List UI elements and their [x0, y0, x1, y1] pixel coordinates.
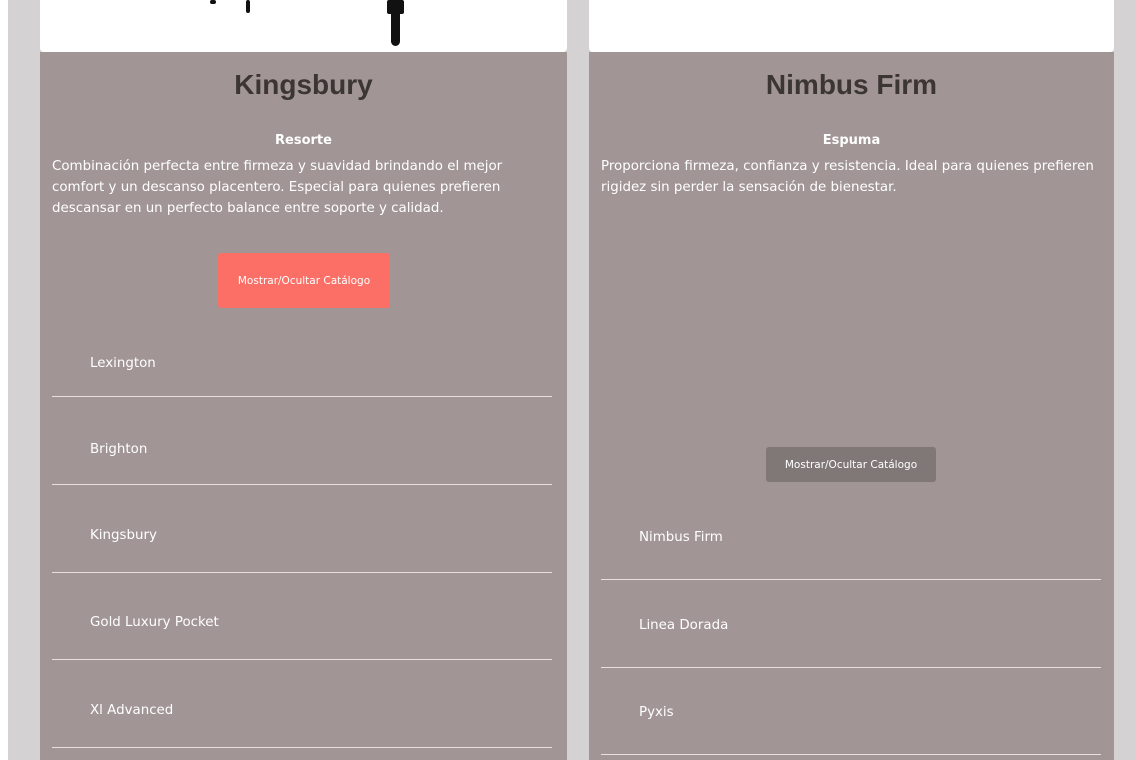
list-item[interactable]: Brighton: [52, 398, 552, 485]
list-item-label: Xl Advanced: [90, 703, 174, 718]
list-item[interactable]: Kingsbury: [52, 486, 552, 573]
list-item-label: Pyxis: [639, 705, 674, 720]
card-title: Nimbus Firm: [765, 69, 938, 100]
product-image-shape-4: [391, 8, 400, 46]
list-item[interactable]: Gold Luxury Pocket: [52, 573, 552, 660]
list-item[interactable]: Pyxis: [601, 668, 1101, 755]
card-body: Kingsbury Resorte Combinación perfecta e…: [40, 52, 567, 760]
list-item-label: Lexington: [90, 356, 156, 371]
card-title: Kingsbury: [234, 69, 373, 100]
list-item-label: Kingsbury: [90, 528, 157, 543]
list-item-label: Gold Luxury Pocket: [90, 615, 219, 630]
list-item-label: Nimbus Firm: [639, 530, 723, 545]
list-item[interactable]: Lexington: [52, 310, 552, 397]
product-image-shape-1: [210, 0, 216, 4]
card-description: Combinación perfecta entre firmeza y sua…: [52, 159, 503, 216]
toggle-catalog-button[interactable]: Mostrar/Ocultar Catálogo: [218, 253, 390, 308]
product-image-shape-2: [246, 0, 250, 13]
list-item-label: Brighton: [90, 442, 148, 457]
list-item[interactable]: Xl Advanced: [52, 661, 552, 748]
product-image: [589, 0, 1114, 52]
card-body: Nimbus Firm Espuma Proporciona firmeza, …: [589, 52, 1114, 760]
mattress-type: Espuma: [822, 133, 881, 148]
page-background: Kingsbury Resorte Combinación perfecta e…: [8, 0, 1135, 760]
list-item-label: Linea Dorada: [639, 618, 729, 633]
list-item[interactable]: Nimbus Firm: [601, 493, 1101, 580]
card-description: Proporciona firmeza, confianza y resiste…: [601, 159, 1094, 195]
product-card-kingsbury: Kingsbury Resorte Combinación perfecta e…: [40, 0, 567, 760]
mattress-type: Resorte: [275, 133, 332, 148]
list-item[interactable]: Linea Dorada: [601, 581, 1101, 668]
product-image: [40, 0, 567, 52]
toggle-catalog-button[interactable]: Mostrar/Ocultar Catálogo: [766, 447, 936, 482]
product-card-nimbus-firm: Nimbus Firm Espuma Proporciona firmeza, …: [589, 0, 1114, 760]
